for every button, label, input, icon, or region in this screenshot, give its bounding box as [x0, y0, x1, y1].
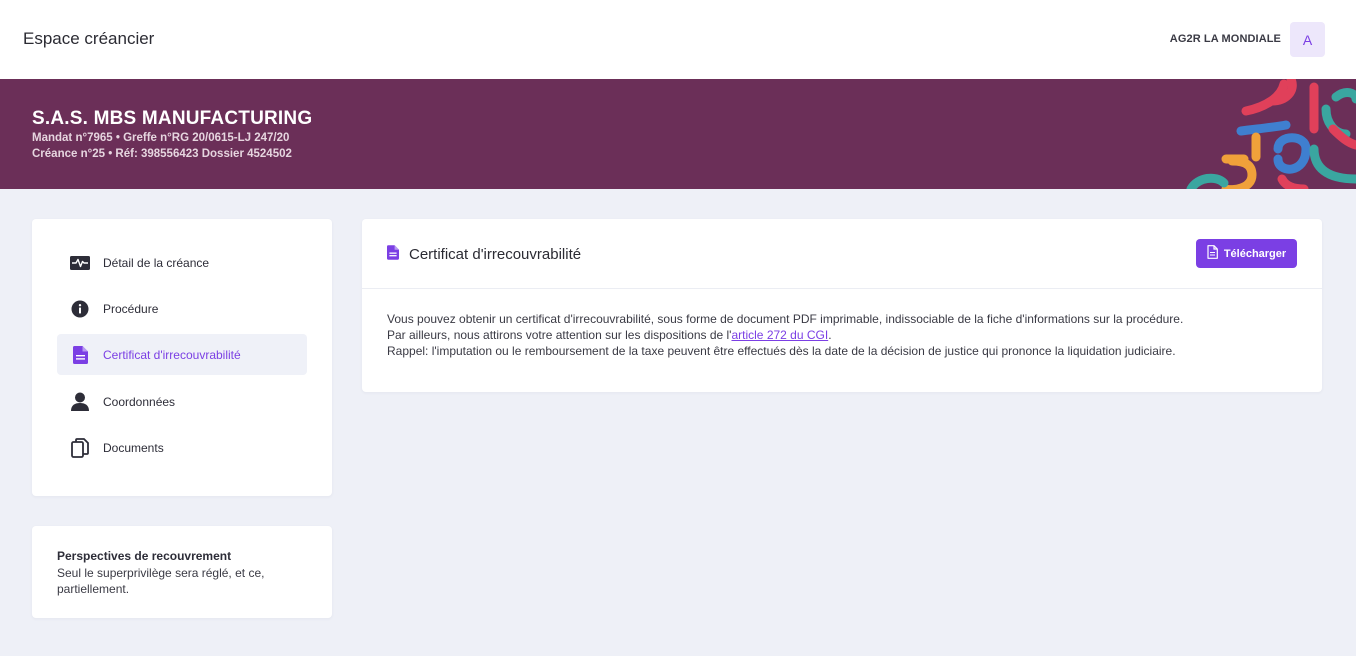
sidebar-nav: Détail de la créance Procédure Certifica… [32, 219, 332, 496]
sidebar-item-documents[interactable]: Documents [57, 427, 307, 468]
sidebar-item-procedure[interactable]: Procédure [57, 288, 307, 329]
download-button[interactable]: Télécharger [1196, 239, 1297, 268]
info-paragraph-1: Vous pouvez obtenir un certificat d'irre… [387, 312, 1184, 326]
org-name: AG2R LA MONDIALE [1169, 33, 1281, 45]
decorative-swirls [1186, 79, 1356, 189]
document-icon [57, 345, 103, 364]
sidebar-item-label: Documents [103, 440, 164, 455]
user-icon [57, 392, 103, 412]
app-title: Espace créancier [23, 29, 155, 48]
certificate-panel: Certificat d'irrecouvrabilité Télécharge… [362, 219, 1322, 392]
info-icon [57, 300, 103, 318]
panel-body: Vous pouvez obtenir un certificat d'irre… [387, 311, 1297, 359]
sidebar-item-certificate[interactable]: Certificat d'irrecouvrabilité [57, 334, 307, 375]
perspectives-text: Seul le superprivilège sera réglé, et ce… [57, 566, 265, 596]
top-bar: Espace créancier AG2R LA MONDIALE A [0, 0, 1356, 79]
sidebar-item-label: Certificat d'irrecouvrabilité [103, 347, 241, 362]
document-icon [387, 245, 399, 265]
file-icon [1207, 245, 1218, 262]
case-banner: S.A.S. MBS MANUFACTURING Mandat n°7965 •… [0, 79, 1356, 189]
download-button-label: Télécharger [1223, 247, 1287, 260]
page-title: Certificat d'irrecouvrabilité [409, 246, 582, 263]
sidebar-item-claim-detail[interactable]: Détail de la créance [57, 242, 307, 283]
info-paragraph-3: Rappel: l'imputation ou le remboursement… [387, 344, 1176, 358]
sidebar-item-label: Détail de la créance [103, 255, 210, 270]
pulse-icon [57, 255, 103, 270]
recovery-perspectives-card: Perspectives de recouvrement Seul le sup… [32, 526, 332, 618]
case-mandate-info: Mandat n°7965 • Greffe n°RG 20/0615-LJ 2… [32, 132, 290, 144]
panel-header: Certificat d'irrecouvrabilité Télécharge… [362, 219, 1322, 289]
sidebar-item-label: Procédure [103, 301, 159, 316]
info-paragraph-2: Par ailleurs, nous attirons votre attent… [387, 328, 832, 342]
company-name: S.A.S. MBS MANUFACTURING [32, 108, 313, 129]
copy-icon [57, 437, 103, 458]
case-claim-info: Créance n°25 • Réf: 398556423 Dossier 45… [32, 148, 292, 160]
sidebar-item-label: Coordonnées [103, 394, 176, 409]
article-link[interactable]: article 272 du CGI [731, 328, 828, 342]
avatar[interactable]: A [1290, 22, 1325, 57]
sidebar-item-contacts[interactable]: Coordonnées [57, 381, 307, 422]
perspectives-title: Perspectives de recouvrement [57, 549, 232, 563]
